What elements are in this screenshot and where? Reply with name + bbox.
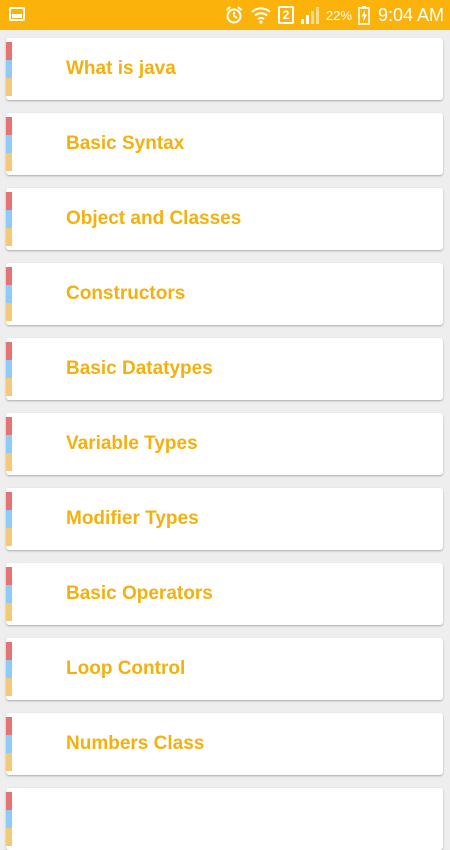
battery-percent: 22% <box>325 7 352 23</box>
status-icons: 2 22% 9:04 AM <box>224 0 444 30</box>
color-stripe <box>6 792 12 846</box>
topic-card[interactable]: Basic Datatypes <box>6 338 443 400</box>
topic-card[interactable]: Constructors <box>6 263 443 325</box>
topic-card[interactable]: Modifier Types <box>6 488 443 550</box>
topic-label: Numbers Class <box>66 733 205 754</box>
status-bar: 2 22% 9:04 AM <box>0 0 450 30</box>
topic-label: What is java <box>66 58 176 79</box>
topic-card[interactable]: Loop Control <box>6 638 443 700</box>
topic-card[interactable]: What is java <box>6 38 443 100</box>
color-stripe <box>6 642 12 696</box>
topic-card-partial[interactable] <box>6 788 443 850</box>
topic-label: Basic Syntax <box>66 133 185 154</box>
color-stripe <box>6 42 12 96</box>
topic-card[interactable]: Basic Syntax <box>6 113 443 175</box>
topic-card[interactable]: Variable Types <box>6 413 443 475</box>
gallery-notification-icon <box>9 7 25 21</box>
topic-card[interactable]: Numbers Class <box>6 713 443 775</box>
color-stripe <box>6 492 12 546</box>
topic-label: Variable Types <box>66 433 198 454</box>
alarm-icon <box>225 6 243 24</box>
wifi-icon <box>251 7 271 24</box>
topic-label: Basic Operators <box>66 583 213 604</box>
topic-label: Basic Datatypes <box>66 358 213 379</box>
topic-label: Loop Control <box>66 658 186 679</box>
clock: 9:04 AM <box>377 4 444 25</box>
signal-icon <box>300 7 319 24</box>
topic-label: Object and Classes <box>66 208 242 229</box>
color-stripe <box>6 567 12 621</box>
color-stripe <box>6 342 12 396</box>
topic-list: What is java Basic Syntax Object and Cla… <box>0 30 450 850</box>
topic-card[interactable]: Object and Classes <box>6 188 443 250</box>
topic-label: Constructors <box>66 283 186 304</box>
color-stripe <box>6 192 12 246</box>
sim-slot-icon: 2 <box>277 6 294 24</box>
topic-label: Modifier Types <box>66 508 199 529</box>
color-stripe <box>6 717 12 771</box>
color-stripe <box>6 417 12 471</box>
battery-charging-icon <box>358 6 370 25</box>
color-stripe <box>6 267 12 321</box>
topic-card[interactable]: Basic Operators <box>6 563 443 625</box>
color-stripe <box>6 117 12 171</box>
